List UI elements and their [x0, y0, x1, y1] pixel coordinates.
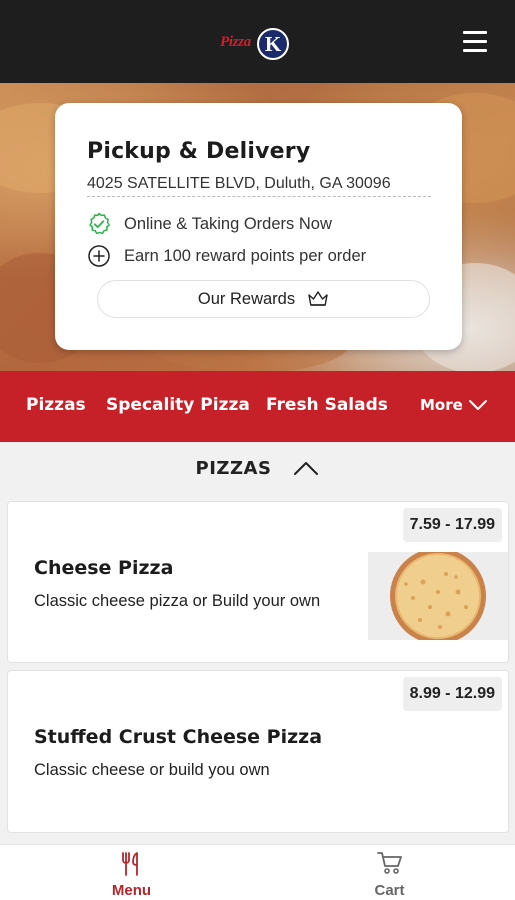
our-rewards-button[interactable]: Our Rewards [97, 280, 430, 318]
menu-item-card[interactable]: 7.59 - 17.99 Cheese Pizza Classic cheese… [7, 501, 509, 663]
online-status-text: Online & Taking Orders Now [124, 214, 332, 233]
item-description: Classic cheese or build you own [34, 761, 270, 779]
plus-circle-icon [88, 245, 110, 267]
bottom-navigation: Menu Cart [0, 844, 515, 900]
item-description: Classic cheese pizza or Build your own [34, 592, 321, 610]
item-name: Stuffed Crust Cheese Pizza [34, 726, 323, 748]
chevron-up-icon [294, 462, 319, 475]
online-status-row: Online & Taking Orders Now [87, 212, 332, 236]
category-tab-pizzas[interactable]: Pizzas [26, 395, 86, 415]
menu-item-card[interactable]: 8.99 - 12.99 Stuffed Crust Cheese Pizza … [7, 670, 509, 833]
hamburger-icon[interactable] [463, 31, 487, 52]
section-title: PIZZAS [195, 457, 272, 479]
item-name: Cheese Pizza [34, 557, 174, 579]
cheese-pizza-image [368, 552, 508, 640]
cart-icon [376, 852, 402, 874]
reward-points-text: Earn 100 reward points per order [124, 246, 367, 265]
reward-points-row: Earn 100 reward points per order [87, 244, 366, 268]
logo-letter-badge: K [257, 28, 289, 60]
chevron-down-icon [468, 400, 487, 410]
price-badge: 8.99 - 12.99 [402, 677, 502, 711]
nav-label-menu: Menu [111, 882, 152, 899]
price-badge: 7.59 - 17.99 [402, 508, 502, 542]
category-tab-specality-pizza[interactable]: Specality Pizza [106, 395, 250, 415]
store-address-link[interactable]: 4025 SATELLITE BLVD, Duluth, GA 30096 [87, 175, 431, 197]
logo-text: Pizza [220, 34, 252, 50]
store-info-card: Pickup & Delivery 4025 SATELLITE BLVD, D… [55, 103, 462, 350]
nav-tab-menu[interactable]: Menu [3, 845, 260, 900]
section-header-pizzas[interactable]: PIZZAS [0, 442, 515, 494]
more-label: More [420, 396, 463, 414]
nav-tab-cart[interactable]: Cart [261, 845, 515, 900]
fork-knife-icon [121, 852, 138, 876]
card-title: Pickup & Delivery [87, 139, 311, 164]
top-app-bar: Pizza K [0, 0, 515, 83]
category-tab-fresh-salads[interactable]: Fresh Salads [266, 395, 388, 415]
brand-logo[interactable]: Pizza K [220, 27, 292, 60]
category-bar: Pizzas Specality Pizza Fresh Salads More [0, 371, 515, 442]
check-badge-icon [89, 212, 110, 235]
more-categories-button[interactable]: More [420, 396, 488, 414]
rewards-button-label: Our Rewards [197, 289, 296, 308]
crown-icon [308, 291, 328, 306]
nav-label-cart: Cart [374, 882, 405, 899]
